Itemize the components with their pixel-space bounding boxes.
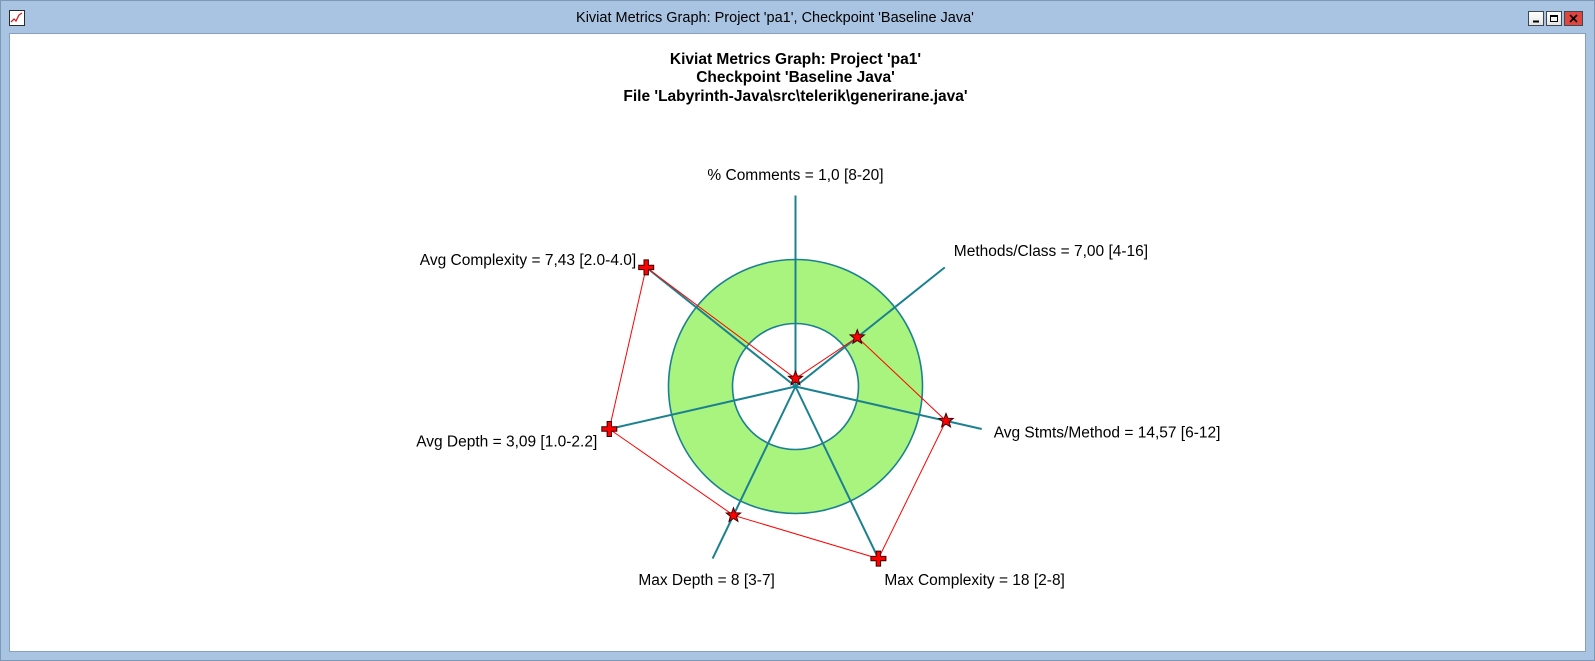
axis-label: Avg Stmts/Method = 14,57 [6-12] [994, 425, 1221, 442]
chart-title-file: File 'Labyrinth-Java\src\telerik\generir… [623, 88, 968, 106]
off-scale-marker [601, 421, 618, 437]
minimize-button[interactable] [1528, 11, 1544, 26]
window-controls [1528, 11, 1583, 26]
maximize-button[interactable] [1546, 11, 1562, 26]
chart-title: Kiviat Metrics Graph: Project 'pa1' Chec… [10, 51, 1581, 107]
title-bar[interactable]: Kiviat Metrics Graph: Project 'pa1', Che… [1, 1, 1594, 33]
kiviat-graph-window: Kiviat Metrics Graph: Project 'pa1', Che… [0, 0, 1595, 661]
chart-title-checkpoint: Checkpoint 'Baseline Java' [696, 69, 895, 87]
window-title: Kiviat Metrics Graph: Project 'pa1', Che… [576, 10, 974, 26]
kiviat-chart: % Comments = 1,0 [8-20] Methods/Class = 7… [416, 167, 1221, 589]
axis-label: Max Complexity = 18 [2-8] [884, 572, 1064, 589]
close-button[interactable] [1564, 11, 1583, 26]
graph-icon[interactable] [9, 10, 25, 26]
axis-label: Avg Depth = 3,09 [1.0-2.2] [416, 434, 597, 451]
axis-label: % Comments = 1,0 [8-20] [707, 167, 883, 184]
data-point-marker [724, 506, 742, 523]
axis-label: Avg Complexity = 7,43 [2.0-4.0] [420, 252, 636, 269]
close-icon [1569, 14, 1578, 23]
graph-icon-glyph [9, 10, 25, 26]
axis-label: Methods/Class = 7,00 [4-16] [954, 243, 1148, 260]
data-point-marker [937, 411, 955, 429]
minimize-icon [1533, 20, 1539, 23]
off-scale-marker [870, 550, 887, 567]
maximize-icon [1550, 15, 1558, 22]
chart-title-project: Kiviat Metrics Graph: Project 'pa1' [669, 50, 922, 68]
axis-label: Max Depth = 8 [3-7] [638, 572, 775, 589]
graph-area: % Comments = 1,0 [8-20] Methods/Class = 7… [9, 33, 1586, 652]
